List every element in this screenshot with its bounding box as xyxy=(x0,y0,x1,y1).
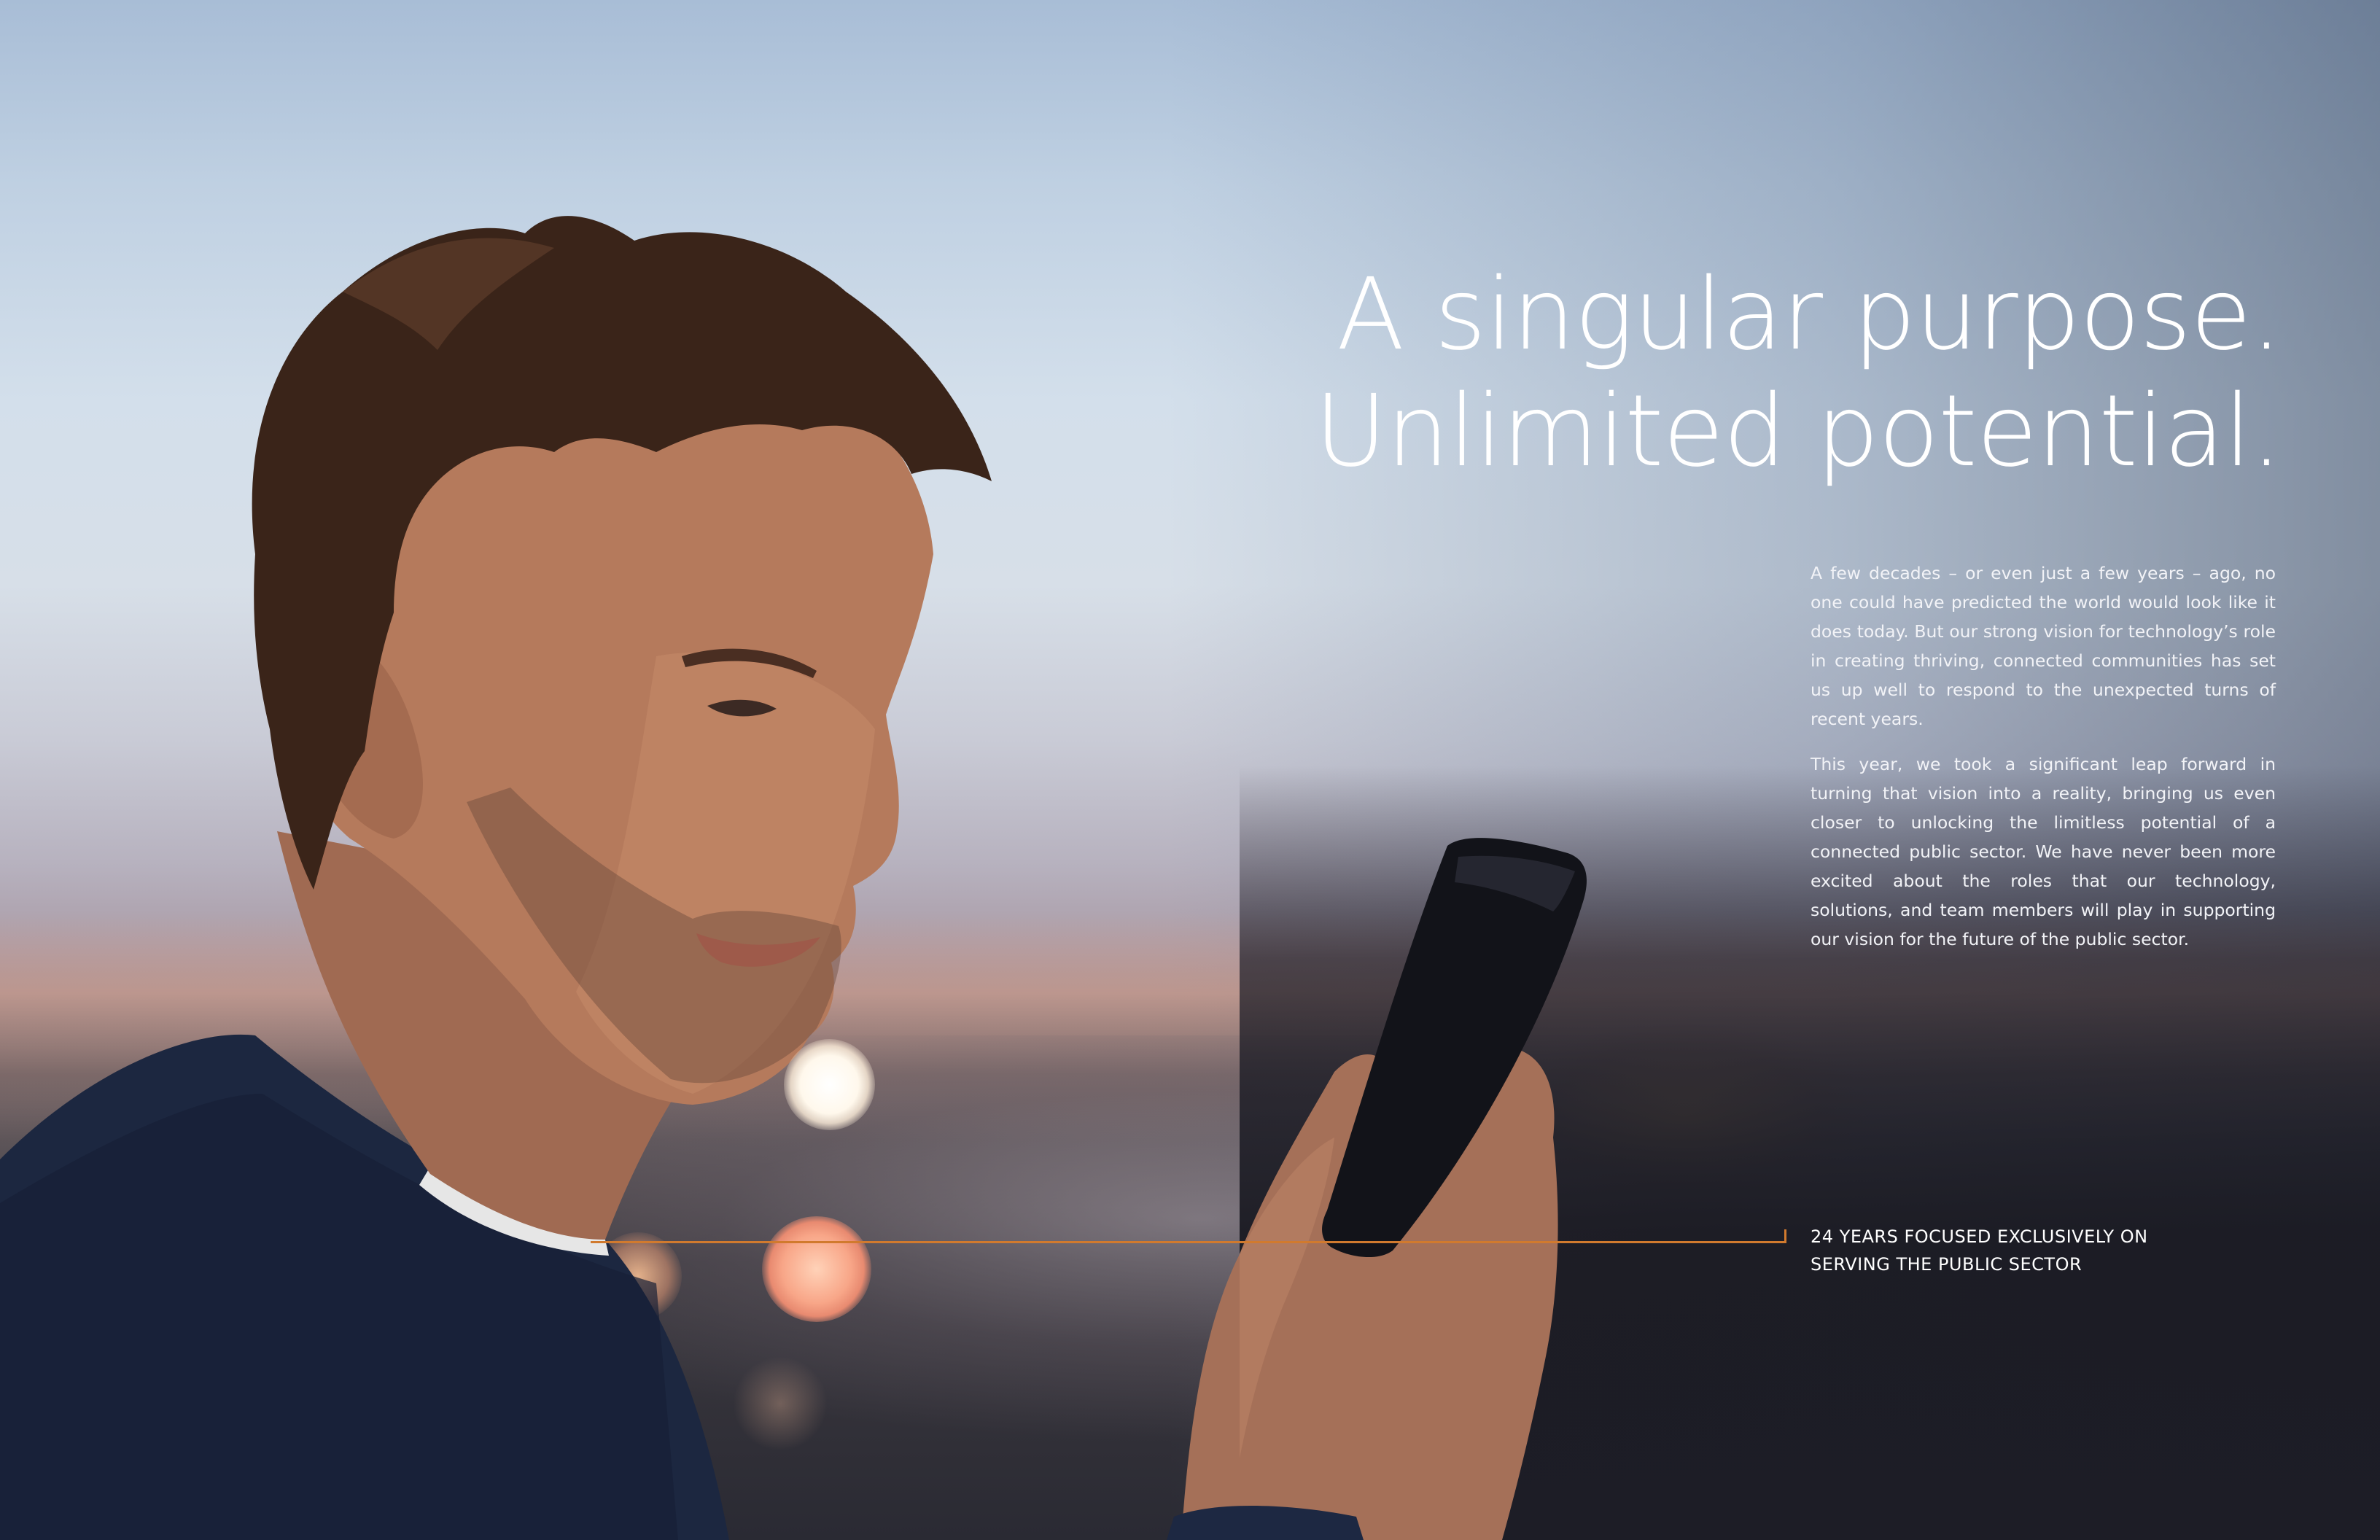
tagline-line-1: 24 YEARS FOCUSED EXCLUSIVELY ON xyxy=(1811,1226,2148,1247)
tagline-line-2: SERVING THE PUBLIC SECTOR xyxy=(1811,1254,2082,1275)
headline: A singular purpose. Unlimited potential. xyxy=(1261,257,2282,490)
body-copy: A few decades – or even just a few years… xyxy=(1811,559,2276,970)
brochure-spread: A singular purpose. Unlimited potential.… xyxy=(0,0,2380,1540)
accent-rule xyxy=(591,1241,1786,1243)
bokeh-light xyxy=(762,1216,871,1322)
body-paragraph-2: This year, we took a significant leap fo… xyxy=(1811,754,2276,949)
body-paragraph-1: A few decades – or even just a few years… xyxy=(1811,563,2276,729)
bokeh-light xyxy=(784,1039,875,1130)
tagline: 24 YEARS FOCUSED EXCLUSIVELY ON SERVING … xyxy=(1811,1223,2248,1278)
accent-rule-tick xyxy=(1784,1229,1786,1243)
headline-line-1: A singular purpose. xyxy=(1337,257,2282,373)
headline-line-2: Unlimited potential. xyxy=(1314,374,2282,489)
